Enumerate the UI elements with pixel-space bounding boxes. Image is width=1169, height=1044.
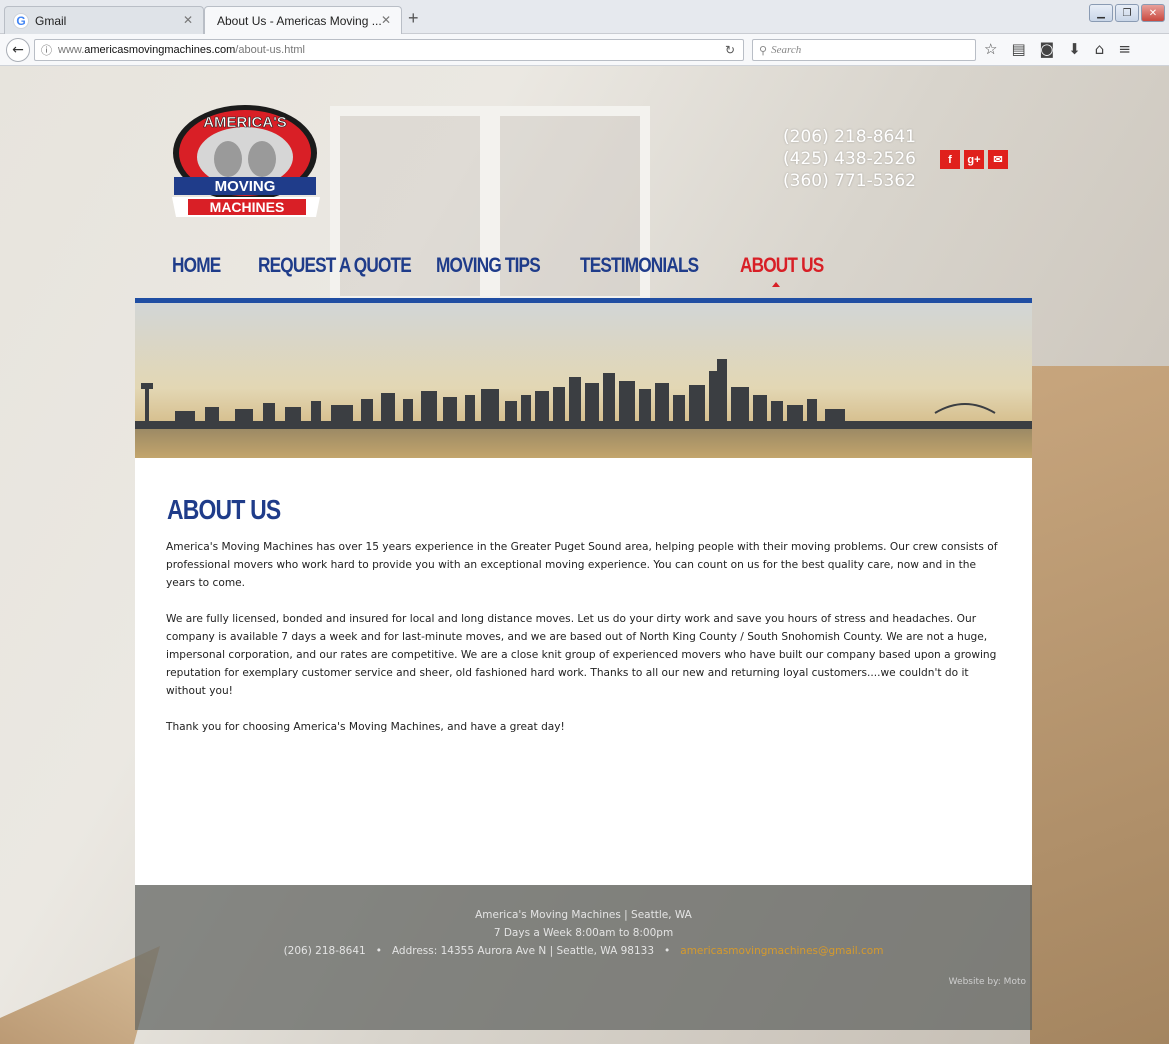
footer-hours: 7 Days a Week 8:00am to 8:00pm [493,927,674,939]
phone-numbers: (206) 218-8641 (425) 438-2526 (360) 771-… [783,126,916,192]
active-nav-indicator [772,282,780,287]
footer-company: America's Moving Machines | Seattle, WA [475,909,692,921]
footer-contact: (206) 218-8641 • Address: 14355 Aurora A… [283,945,884,957]
search-icon: ⚲ [759,44,768,57]
home-icon[interactable]: ⌂ [1095,40,1105,58]
nav-home[interactable]: HOME [172,254,243,286]
tab-label: About Us - Americas Moving ... [217,13,382,28]
about-paragraph: We are fully licensed, bonded and insure… [166,613,997,697]
svg-text:MACHINES: MACHINES [210,199,285,215]
gmail-icon: G [13,12,29,29]
minimize-icon[interactable]: ▁ [1089,4,1113,22]
download-icon[interactable]: ⬇ [1068,40,1081,58]
about-paragraph: America's Moving Machines has over 15 ye… [166,541,998,589]
google-plus-icon[interactable]: g+ [964,150,984,169]
footer-address: Address: 14355 Aurora Ave N | Seattle, W… [391,945,655,957]
main-nav: HOME REQUEST A QUOTE MOVING TIPS TESTIMO… [172,254,850,286]
browser-search-input[interactable]: ⚲ Search [752,39,976,61]
svg-text:MOVING: MOVING [215,178,276,195]
nav-moving-tips[interactable]: MOVING TIPS [436,254,554,286]
tab-label: Gmail [35,13,67,28]
url-prefix: www. [58,44,85,56]
phone-number[interactable]: (206) 218-8641 [783,126,916,148]
url-path: /about-us.html [235,44,305,56]
browser-tab-bar: G Gmail ✕ About Us - Americas Moving ...… [0,0,1169,34]
page-title: ABOUT US [167,494,281,525]
email-icon[interactable]: ✉ [988,150,1008,169]
window-controls: ▁ ❐ ✕ [1089,4,1165,22]
bookmarks-list-icon[interactable]: ▤ [1011,40,1025,58]
reload-icon[interactable]: ↻ [725,43,735,57]
website-credit[interactable]: Website by: Moto [949,977,1026,987]
site-footer: America's Moving Machines | Seattle, WA … [135,885,1032,1030]
seattle-skyline-banner [135,303,1032,458]
nav-about-us[interactable]: ABOUT US [740,254,830,286]
phone-number[interactable]: (425) 438-2526 [783,148,916,170]
background-box [1030,366,1169,1044]
page-viewport: AMERICA'S MOVING MACHINES (206) 218-8641… [0,66,1169,1044]
bookmark-star-icon[interactable]: ☆ [984,40,997,58]
site-info-icon[interactable]: ⓘ [41,42,52,58]
url-bar[interactable]: ⓘ www. americasmovingmachines.com/about-u… [34,39,744,61]
content-panel: ABOUT US America's Moving Machines has o… [135,458,1032,885]
close-tab-icon[interactable]: ✕ [381,13,391,27]
facebook-icon[interactable]: f [940,150,960,169]
new-tab-icon[interactable]: + [408,8,419,29]
social-links: f g+ ✉ [940,150,1008,169]
nav-request-a-quote[interactable]: REQUEST A QUOTE [258,254,412,286]
browser-nav-bar: ← ⓘ www. americasmovingmachines.com/about… [0,34,1169,66]
close-tab-icon[interactable]: ✕ [183,13,193,27]
svg-text:AMERICA'S: AMERICA'S [203,114,287,131]
restore-icon[interactable]: ❐ [1115,4,1139,22]
search-placeholder: Search [771,44,802,56]
footer-phone[interactable]: (206) 218-8641 [284,945,366,957]
about-paragraph: Thank you for choosing America's Moving … [166,721,565,733]
footer-email-link[interactable]: americasmovingmachines@gmail.com [680,945,883,957]
pocket-icon[interactable]: ◙ [1040,40,1055,58]
nav-testimonials[interactable]: TESTIMONIALS [580,254,711,286]
phone-number[interactable]: (360) 771-5362 [783,170,916,192]
site-logo[interactable]: AMERICA'S MOVING MACHINES [170,101,325,221]
url-domain: americasmovingmachines.com [84,44,236,56]
window-close-icon[interactable]: ✕ [1141,4,1165,22]
tab-gmail[interactable]: G Gmail ✕ [4,6,204,34]
toolbar-icons: ☆ ▤ ◙ ⬇ ⌂ ≡ [984,40,1131,58]
tab-about-us[interactable]: About Us - Americas Moving ... ✕ [204,6,402,34]
back-arrow-icon[interactable]: ← [6,38,30,62]
menu-icon[interactable]: ≡ [1118,40,1131,58]
